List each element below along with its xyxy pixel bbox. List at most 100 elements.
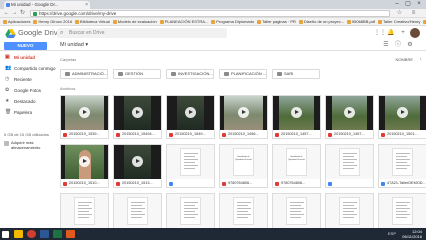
file-explorer-icon[interactable] [14, 230, 23, 238]
folders-section-title: Carpetas [60, 57, 77, 62]
browser-tab[interactable]: Mi unidad - Google Dr... × [4, 1, 90, 9]
file-card[interactable]: 47A21-TallerDEMOD... [60, 193, 109, 228]
share-icon[interactable]: + [399, 29, 407, 37]
play-icon[interactable] [132, 156, 143, 167]
forward-icon[interactable]: → [11, 10, 18, 17]
settings-gear-icon[interactable]: ⚙ [406, 42, 414, 49]
play-icon[interactable] [132, 107, 143, 118]
media-player-icon[interactable] [66, 230, 75, 238]
play-icon[interactable] [397, 107, 408, 118]
taskbar-clock[interactable]: 12:04 06/11/2016 [402, 229, 422, 239]
chrome-icon[interactable] [27, 230, 36, 238]
sort-direction-icon[interactable]: ↓ [420, 56, 423, 62]
tab-title: Mi unidad - Google Dr... [11, 2, 59, 7]
back-icon[interactable]: ← [3, 10, 10, 17]
text-line [290, 205, 301, 206]
file-card[interactable]: 20150210_15494... [113, 95, 162, 139]
bookmark-item[interactable]: PLANEACIÓN ESTRA... [159, 18, 208, 25]
file-card[interactable] [166, 193, 215, 228]
sidebar-item-trash[interactable]: 🗑 Papelera [0, 107, 55, 118]
file-card[interactable]: Introduction to Operations Research 978076… [272, 144, 321, 188]
file-card[interactable]: 20150210_1457... [272, 95, 321, 139]
play-icon[interactable] [344, 107, 355, 118]
file-thumbnail [61, 96, 108, 130]
play-icon[interactable] [79, 156, 90, 167]
file-card[interactable] [325, 144, 374, 188]
file-card[interactable] [272, 193, 321, 228]
file-card[interactable]: 20150210_1549... [166, 95, 215, 139]
list-view-icon[interactable]: ☰ [382, 42, 390, 49]
sidebar-item-star[interactable]: ★ Destacado [0, 96, 55, 107]
url-input[interactable]: https://drive.google.com/drive/my-drive [30, 10, 390, 17]
search-input[interactable]: ⌕ Buscar en Drive [57, 28, 227, 38]
file-caption: 20150210_1501... [379, 130, 426, 138]
file-card[interactable]: 47A21-TallerDEMOD... [378, 144, 426, 188]
bookmark-item[interactable]: Henry Giroux 2016 [33, 18, 72, 25]
upgrade-storage-link[interactable]: Adquirir más almacenamiento [4, 140, 52, 150]
folder-item[interactable]: ADMINISTRACIÓ... [60, 69, 108, 79]
document-page [392, 197, 413, 225]
folder-item[interactable]: PLANIFICACIÓN ... [219, 69, 267, 79]
maximize-icon[interactable]: ▢ [403, 0, 413, 9]
bookmark-item[interactable]: Diseño de un proyec... [298, 18, 344, 25]
folder-item[interactable]: SARI [272, 69, 320, 79]
sidebar-item-people[interactable]: 👥 Compartido conmigo [0, 63, 56, 74]
play-icon[interactable] [79, 107, 90, 118]
avatar[interactable] [410, 28, 420, 38]
file-card[interactable]: 20150210_1513... [113, 144, 162, 188]
excel-icon[interactable] [53, 230, 62, 238]
word-icon[interactable] [40, 230, 49, 238]
text-line [396, 202, 410, 203]
bookmark-item[interactable]: Taller paginas · PR [257, 18, 296, 25]
file-card[interactable]: 20150210_1456... [219, 95, 268, 139]
file-caption [167, 179, 214, 187]
reload-icon[interactable]: ↻ [19, 10, 26, 17]
video-file-icon [275, 132, 279, 137]
info-icon[interactable]: ⓘ [394, 42, 402, 49]
file-card[interactable]: Introduction to Operations Research 978076… [219, 144, 268, 188]
minimize-icon[interactable]: – [392, 0, 402, 9]
file-name: 20150210_1501... [387, 132, 418, 136]
system-tray-lang[interactable]: ESP [388, 231, 396, 236]
bookmark-item[interactable]: Aplicaciones [3, 18, 30, 25]
sidebar-item-drive[interactable]: ▣ Mi unidad [0, 52, 55, 63]
brand-title[interactable]: Google Drive [18, 28, 62, 38]
bookmark-item[interactable]: Biblioteca Virtual [75, 18, 110, 25]
sidebar-item-label: Reciente [14, 77, 32, 82]
new-button[interactable]: NUEVO [4, 42, 47, 50]
apps-grid-icon[interactable]: ⋮⋮ [374, 29, 386, 37]
file-thumbnail [379, 194, 426, 228]
play-icon[interactable] [185, 107, 196, 118]
file-card[interactable]: 20150210_1539... [60, 95, 109, 139]
file-card[interactable]: 20150210_1501... [378, 95, 426, 139]
sidebar-item-photos[interactable]: ✿ Google Fotos [0, 85, 55, 96]
file-card[interactable]: 20150210_1457... [325, 95, 374, 139]
bookmark-star-icon[interactable]: ☆ [396, 10, 403, 17]
bookmark-item[interactable]: Programa Diplomado [211, 18, 254, 25]
text-line [343, 217, 354, 218]
file-card[interactable] [378, 193, 426, 228]
text-line [184, 159, 198, 160]
file-thumbnail [61, 194, 108, 228]
menu-icon[interactable]: ≡ [410, 10, 417, 17]
file-card[interactable] [166, 144, 215, 188]
close-window-icon[interactable]: × [414, 0, 424, 9]
folder-item[interactable]: INVESTIGACIÓN... [166, 69, 214, 79]
close-tab-icon[interactable]: × [85, 1, 88, 9]
text-line [78, 214, 92, 215]
folder-item[interactable]: GESTIÓN [113, 69, 161, 79]
sort-by-name[interactable]: NOMBRE [395, 57, 413, 62]
bookmark-item[interactable]: Taller Creativo/Henry [378, 18, 420, 25]
file-card[interactable] [325, 193, 374, 228]
bookmark-item[interactable]: Modelo de evaluación [112, 18, 157, 25]
windows-start-icon[interactable] [2, 230, 9, 238]
sidebar-item-clock[interactable]: ◷ Reciente [0, 74, 55, 85]
play-icon[interactable] [238, 107, 249, 118]
play-icon[interactable] [291, 107, 302, 118]
location-dropdown[interactable]: Mi unidad ▾ [60, 41, 88, 50]
file-card[interactable] [113, 193, 162, 228]
notifications-icon[interactable]: 🔔 [387, 29, 395, 37]
bookmark-item[interactable]: 95068BB.pdf [346, 18, 375, 25]
file-card[interactable] [219, 193, 268, 228]
file-card[interactable]: 20150210_1510... [60, 144, 109, 188]
